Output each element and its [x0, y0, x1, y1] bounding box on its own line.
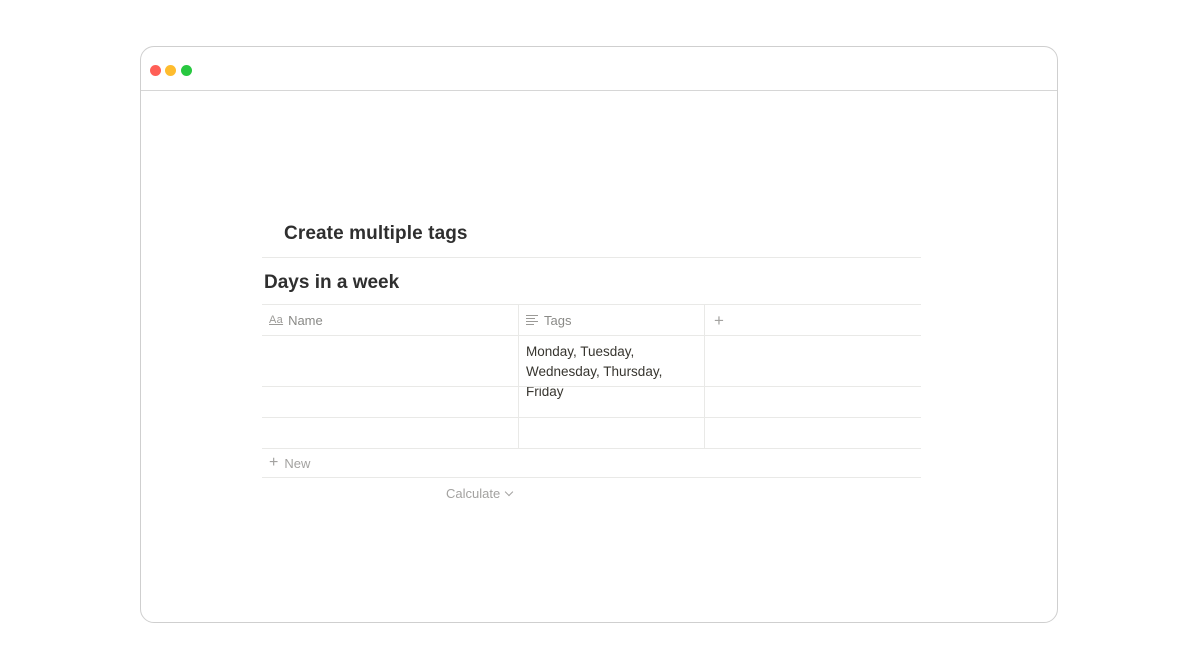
new-row-button[interactable]: + New	[262, 448, 921, 478]
name-cell[interactable]	[262, 387, 519, 417]
column-header-tags[interactable]: Tags	[519, 305, 705, 335]
empty-cell	[705, 387, 921, 417]
table-header-row: Aa Name Tags +	[262, 304, 921, 335]
plus-icon: +	[269, 454, 279, 471]
empty-cell	[705, 336, 921, 386]
chevron-down-icon	[504, 487, 514, 497]
page-title[interactable]: Create multiple tags	[284, 223, 468, 245]
column-header-label: Name	[288, 312, 323, 328]
table-row	[262, 417, 921, 448]
tags-cell[interactable]	[519, 418, 705, 448]
text-aa-icon: Aa	[269, 314, 284, 326]
name-cell[interactable]	[262, 336, 519, 386]
text-lines-icon	[526, 314, 538, 326]
column-header-label: Tags	[544, 312, 572, 328]
close-window-button[interactable]	[150, 65, 161, 76]
database-title[interactable]: Days in a week	[264, 272, 399, 294]
maximize-window-button[interactable]	[181, 65, 192, 76]
browser-window: Create multiple tags Days in a week Aa N…	[140, 46, 1058, 623]
minimize-window-button[interactable]	[165, 65, 176, 76]
calculate-label: Calculate	[446, 486, 501, 501]
table-row: Monday, Tuesday, Wednesday, Thursday, Fr…	[262, 335, 921, 399]
new-row-label: New	[284, 455, 311, 471]
plus-icon: +	[714, 310, 724, 330]
tags-cell[interactable]	[519, 387, 705, 417]
calculate-button[interactable]: Calculate	[446, 486, 514, 501]
empty-cell	[705, 418, 921, 448]
divider	[262, 257, 921, 258]
name-cell[interactable]	[262, 418, 519, 448]
tags-cell[interactable]: Monday, Tuesday, Wednesday, Thursday, Fr…	[519, 336, 705, 399]
table-row	[262, 386, 921, 417]
add-column-button[interactable]: +	[705, 305, 921, 335]
database-table: Aa Name Tags + Monday, Tuesday, Wednesda…	[262, 304, 921, 478]
title-bar	[141, 47, 1057, 91]
column-header-name[interactable]: Aa Name	[262, 305, 519, 335]
